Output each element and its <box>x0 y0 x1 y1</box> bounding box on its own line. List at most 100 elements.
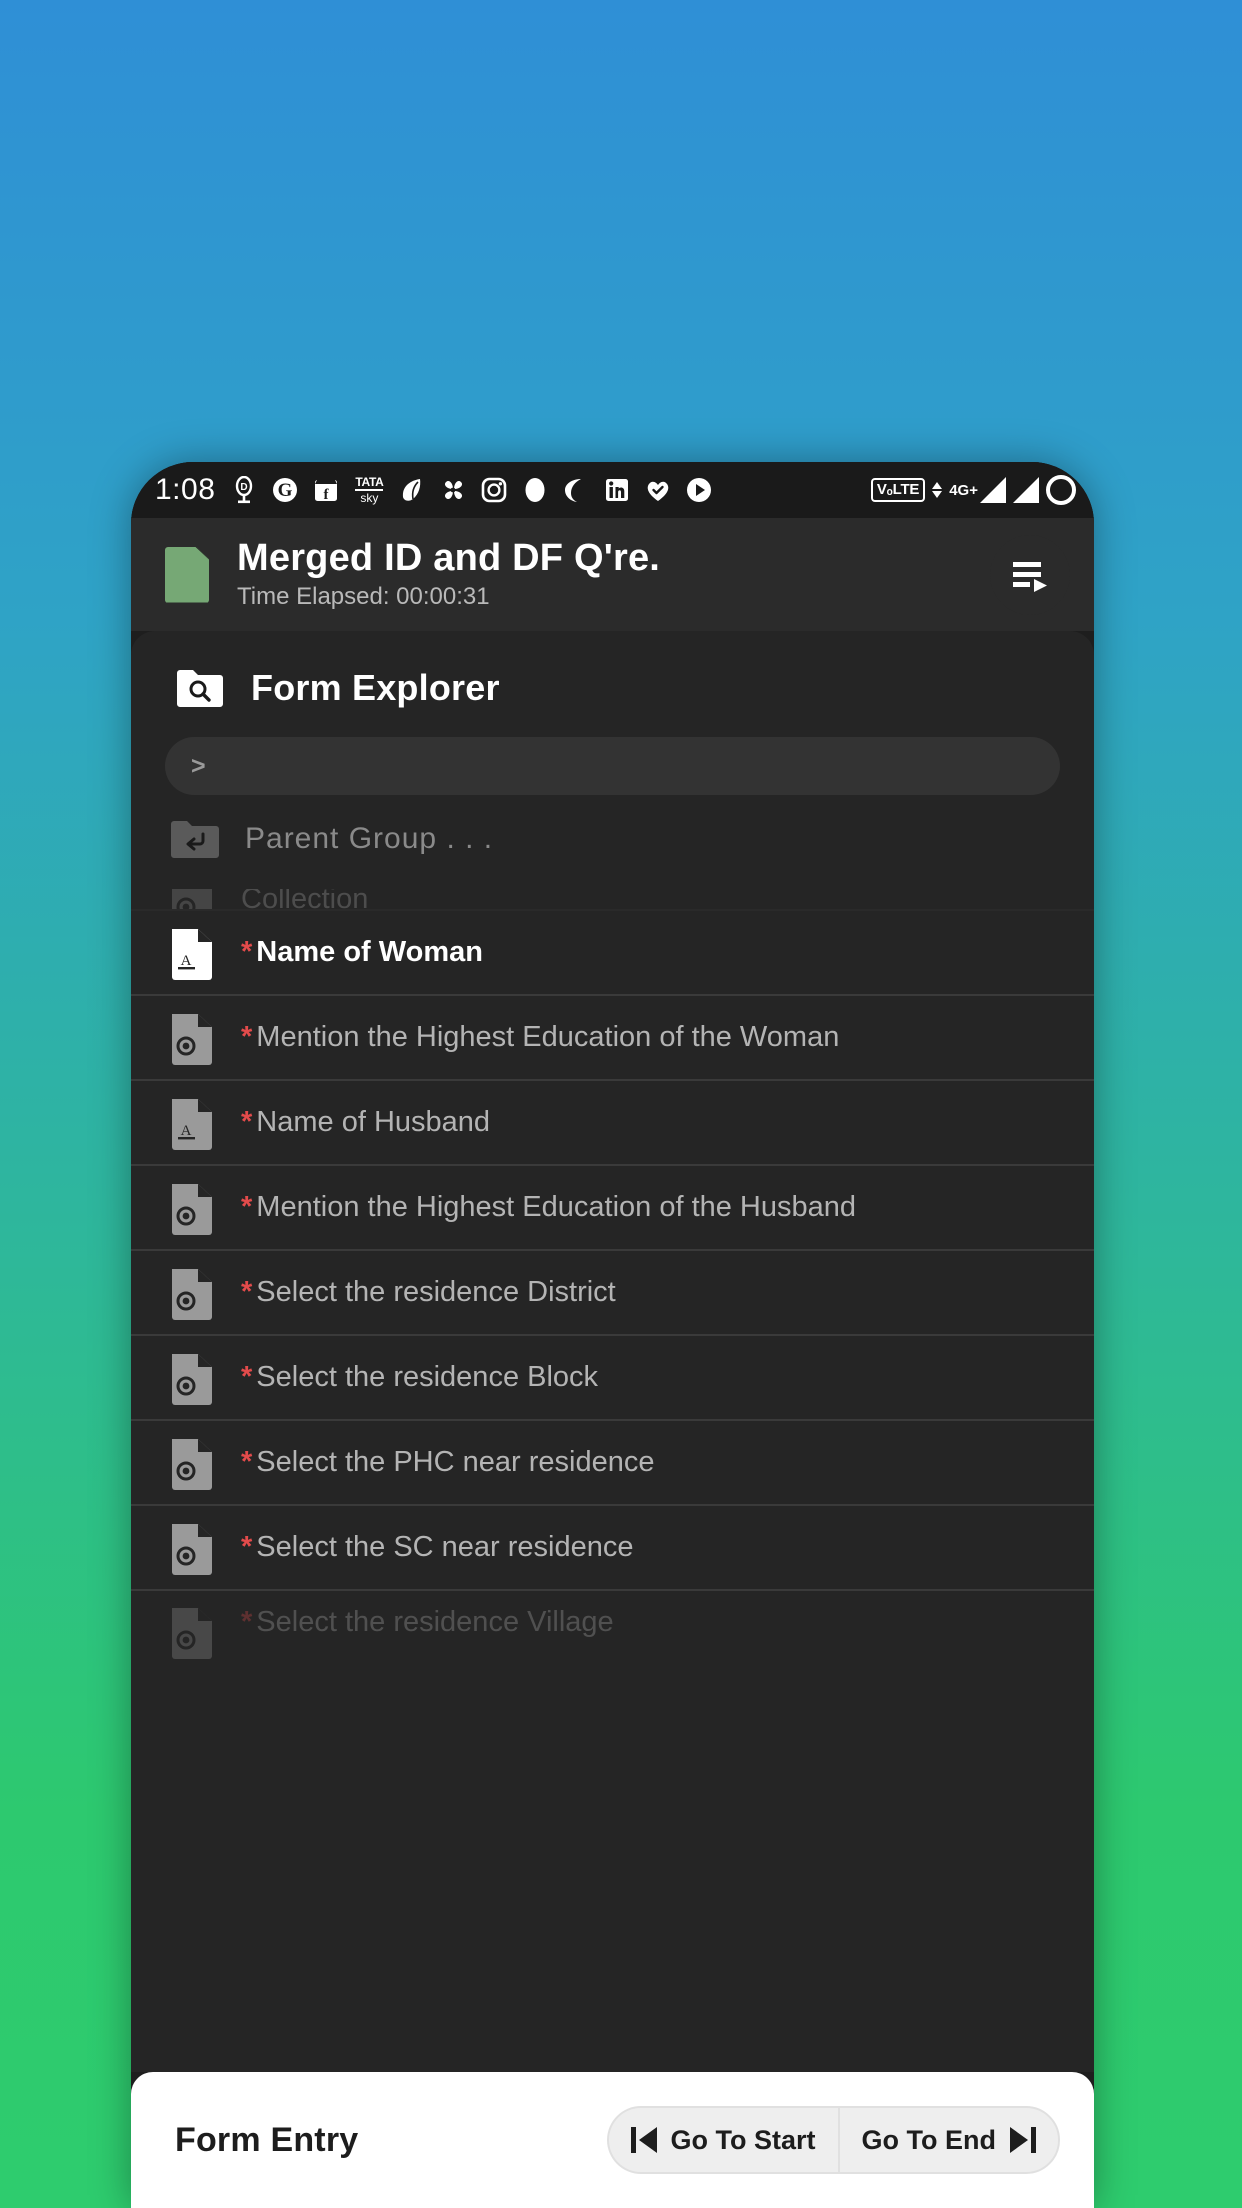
list-item-label: * Select the residence Village <box>241 1604 614 1640</box>
signal-strength-icon <box>980 477 1006 503</box>
list-item-text: Name of Woman <box>256 936 483 969</box>
required-marker: * <box>241 1106 253 1139</box>
instagram-icon <box>479 475 509 505</box>
list-item-label: * Name of Woman <box>241 934 483 970</box>
required-marker: * <box>241 1446 253 1479</box>
facebook-marketplace-icon: f <box>311 475 341 505</box>
list-item-text: Select the residence District <box>256 1276 616 1309</box>
list-item-sc-near-residence[interactable]: * Select the SC near residence <box>131 1506 1094 1591</box>
svg-text:D: D <box>241 482 248 493</box>
tata-sky-icon: TATA sky <box>352 475 386 505</box>
status-clock: 1:08 <box>155 473 216 506</box>
path-input-value: > <box>191 751 206 780</box>
svg-text:G: G <box>278 480 293 501</box>
select-field-icon <box>169 1520 215 1576</box>
status-bar-notification-icons: D G f TATA sky <box>229 475 870 505</box>
explorer-header: Form Explorer <box>131 631 1094 709</box>
required-marker: * <box>241 1606 253 1638</box>
select-field-icon <box>169 889 215 909</box>
select-field-icon <box>169 1010 215 1066</box>
list-item-partial-bottom[interactable]: * Select the residence Village <box>131 1591 1094 1676</box>
pinwheel-icon <box>438 475 468 505</box>
list-item-residence-block[interactable]: * Select the residence Block <box>131 1336 1094 1421</box>
app-header: Merged ID and DF Q're. Time Elapsed: 00:… <box>131 518 1094 631</box>
folder-up-icon <box>169 817 221 861</box>
data-activity-icon <box>932 482 943 498</box>
required-marker: * <box>241 1021 253 1054</box>
go-to-end-button[interactable]: Go To End <box>837 2106 1060 2174</box>
oval-icon <box>520 475 550 505</box>
linkedin-icon <box>602 475 632 505</box>
list-item-text: Select the SC near residence <box>256 1531 634 1564</box>
list-item-phc-near-residence[interactable]: * Select the PHC near residence <box>131 1421 1094 1506</box>
list-item-label: * Mention the Highest Education of the Hu… <box>241 1189 856 1225</box>
required-marker: * <box>241 1276 253 1309</box>
go-to-start-button[interactable]: Go To Start <box>606 2106 838 2174</box>
explorer-title: Form Explorer <box>251 667 500 708</box>
form-entry-title: Form Entry <box>175 2120 359 2159</box>
go-to-start-label: Go To Start <box>670 2124 816 2155</box>
leaf-icon <box>397 475 427 505</box>
select-field-icon <box>169 1604 215 1660</box>
volte-icon: VₒLTE <box>870 478 926 502</box>
tata-sky-line2: sky <box>360 491 379 505</box>
list-item-label: Collection <box>241 889 369 911</box>
select-field-icon <box>169 1180 215 1236</box>
list-item-text: Select the residence Village <box>256 1606 614 1638</box>
required-marker: * <box>241 1191 253 1224</box>
playlist-play-icon[interactable] <box>990 534 1070 615</box>
skip-to-end-icon <box>1010 2127 1036 2153</box>
required-marker: * <box>241 1531 253 1564</box>
list-item-text: Select the PHC near residence <box>256 1446 655 1479</box>
phone-screen: 1:08 D G f TATA sky VₒLTE 4G+ Merged ID … <box>131 462 1094 2208</box>
parent-group-row[interactable]: Parent Group . . . <box>131 795 1094 861</box>
page-title: Merged ID and DF Q're. <box>237 536 661 579</box>
list-item-residence-district[interactable]: * Select the residence District <box>131 1251 1094 1336</box>
dailyhunt-icon: D <box>229 475 259 505</box>
list-item-label: * Select the PHC near residence <box>241 1444 654 1480</box>
text-field-icon: A <box>169 925 215 981</box>
go-to-end-label: Go To End <box>861 2124 996 2155</box>
heart-check-icon <box>643 475 673 505</box>
signal-strength-2-icon <box>1013 477 1039 503</box>
status-bar: 1:08 D G f TATA sky VₒLTE 4G+ <box>131 462 1094 518</box>
battery-icon <box>1046 475 1076 505</box>
svg-text:A: A <box>181 1123 192 1139</box>
list-item-text: Mention the Highest Education of the Wom… <box>256 1021 840 1054</box>
folder-search-icon <box>175 667 225 709</box>
list-item-text: Name of Husband <box>256 1106 491 1139</box>
list-item-name-of-woman[interactable]: A * Name of Woman <box>131 911 1094 996</box>
form-explorer-panel: Form Explorer > Parent Group . . . Colle… <box>131 631 1094 2072</box>
moon-icon <box>561 475 591 505</box>
header-text-group: Merged ID and DF Q're. Time Elapsed: 00:… <box>237 536 990 611</box>
form-entry-bar: Form Entry Go To Start Go To End <box>131 2072 1094 2208</box>
mobile-data-icon: 4G+ <box>949 477 1006 503</box>
play-icon <box>684 475 714 505</box>
skip-to-start-icon <box>630 2127 657 2153</box>
list-item-name-of-husband[interactable]: A * Name of Husband <box>131 1081 1094 1166</box>
phone-frame: 1:08 D G f TATA sky VₒLTE 4G+ Merged ID … <box>131 462 1094 2208</box>
path-input[interactable]: > <box>165 737 1060 795</box>
navigation-button-group: Go To Start Go To End <box>606 2106 1060 2174</box>
list-item-label: * Mention the Highest Education of the Wo… <box>241 1019 839 1055</box>
list-item-text: Select the residence Block <box>256 1361 599 1394</box>
form-item-list[interactable]: Collection A * Name of Woman * Mention t… <box>131 889 1094 2072</box>
svg-text:A: A <box>181 953 192 969</box>
form-document-icon <box>165 546 209 603</box>
google-icon: G <box>270 475 300 505</box>
text-field-icon: A <box>169 1095 215 1151</box>
list-item-label: * Select the residence District <box>241 1274 616 1310</box>
time-elapsed-label: Time Elapsed: 00:00:31 <box>237 583 490 611</box>
required-marker: * <box>241 1361 253 1394</box>
select-field-icon <box>169 1350 215 1406</box>
list-item-label: * Select the SC near residence <box>241 1529 634 1565</box>
mobile-data-label: 4G+ <box>949 481 978 499</box>
list-item-education-husband[interactable]: * Mention the Highest Education of the Hu… <box>131 1166 1094 1251</box>
required-marker: * <box>241 936 253 969</box>
list-item-text: Mention the Highest Education of the Hus… <box>256 1191 857 1224</box>
select-field-icon <box>169 1435 215 1491</box>
list-item-education-woman[interactable]: * Mention the Highest Education of the Wo… <box>131 996 1094 1081</box>
list-item-partial-top[interactable]: Collection <box>131 889 1094 911</box>
list-item-label: * Name of Husband <box>241 1104 490 1140</box>
tata-sky-line1: TATA <box>355 475 384 489</box>
